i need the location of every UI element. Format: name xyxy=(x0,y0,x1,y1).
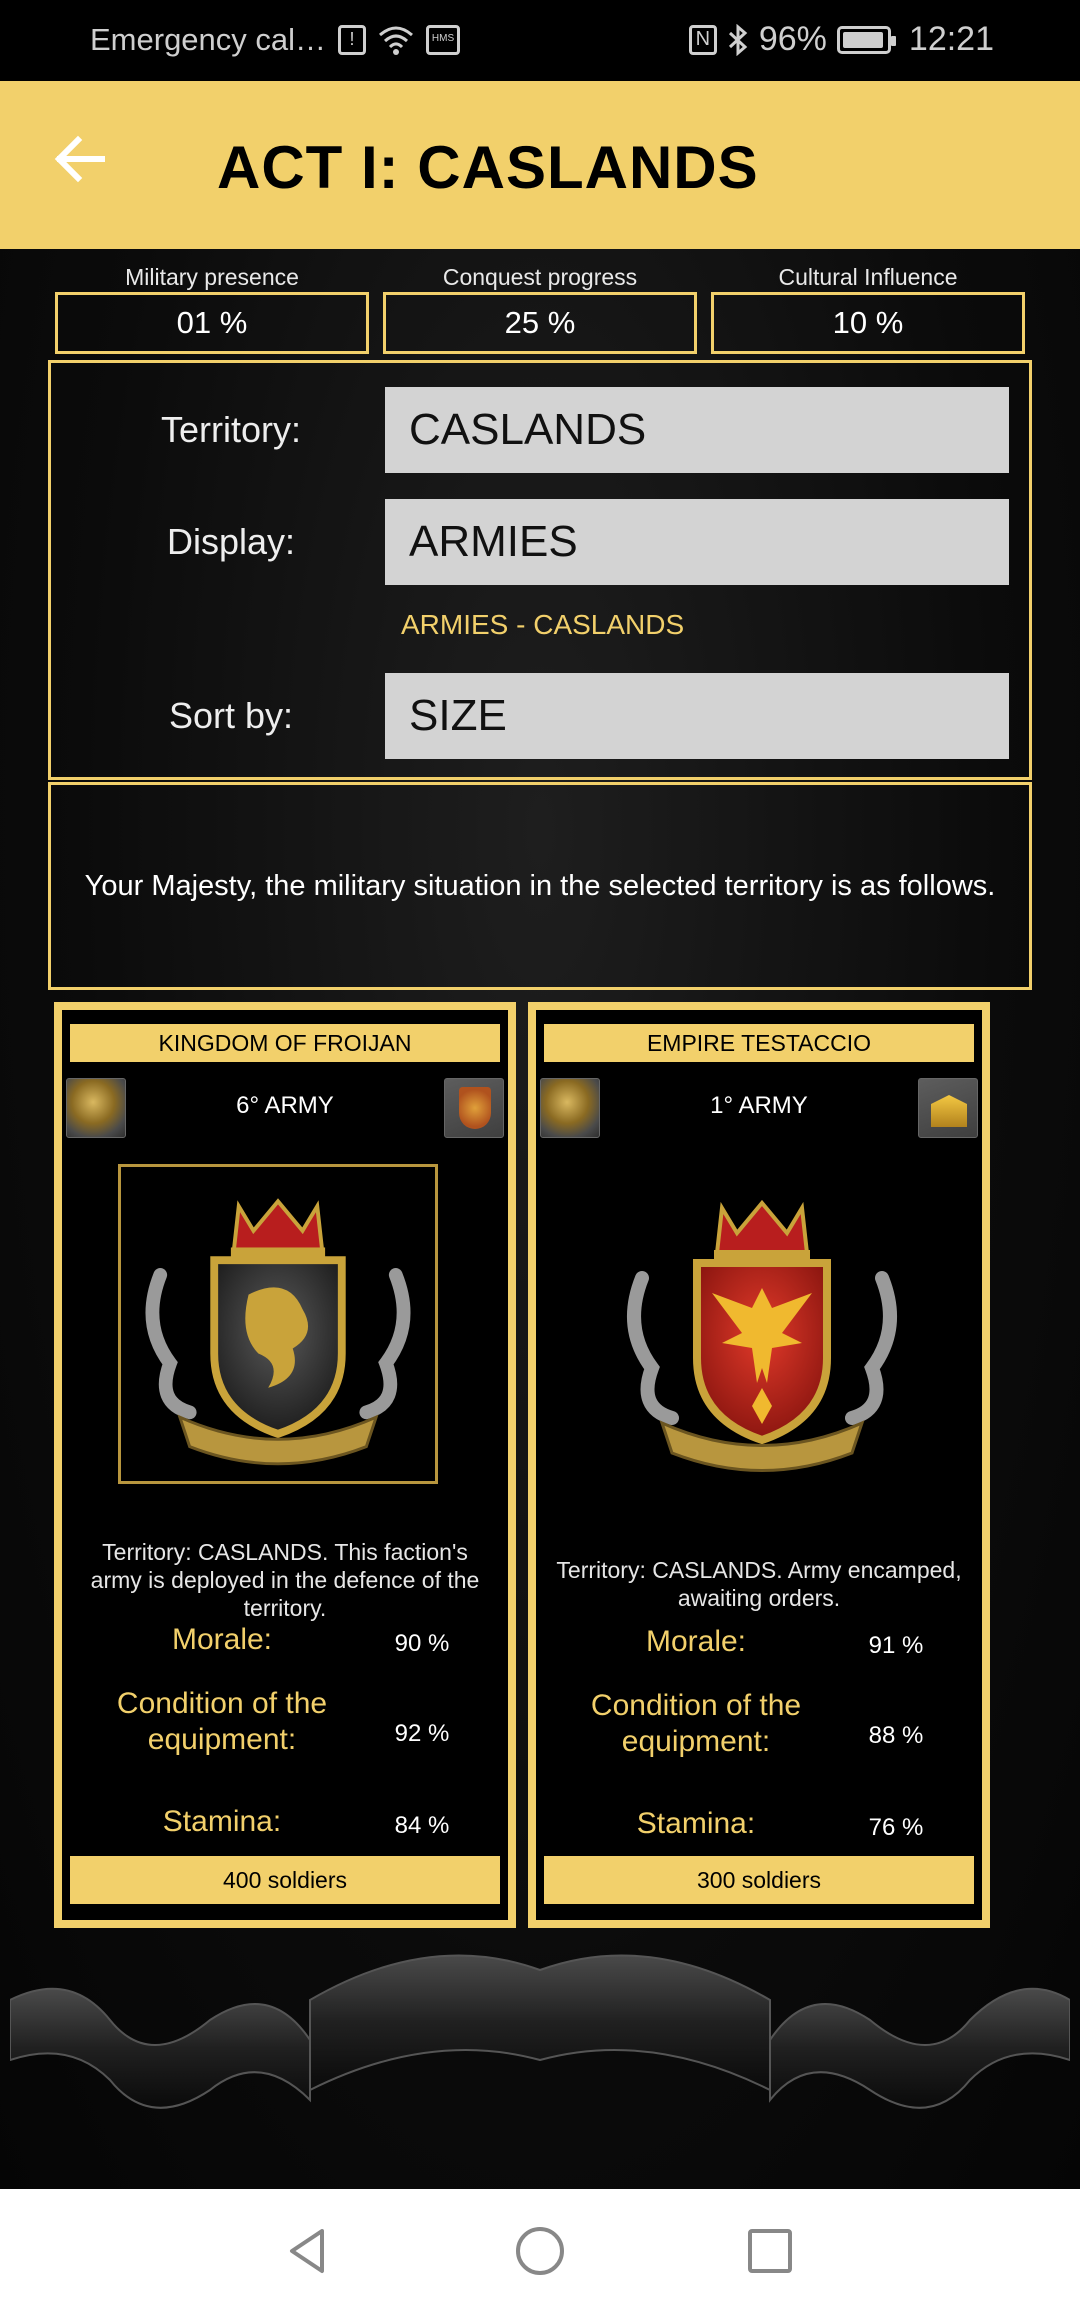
sort-select[interactable]: SIZE xyxy=(385,673,1009,759)
faction-name: KINGDOM OF FROIJAN xyxy=(70,1024,500,1062)
territory-label: Territory: xyxy=(160,409,301,450)
faction-crest-icon xyxy=(602,1160,922,1516)
army-description: Territory: CASLANDS. Army encamped, awai… xyxy=(556,1557,962,1611)
faction-shield-icon xyxy=(444,1078,504,1138)
stat-conquest-label: Conquest progress xyxy=(442,264,638,290)
equipment-value: 88 % xyxy=(868,1722,924,1749)
morale-label: Morale: xyxy=(645,1625,747,1658)
army-card-body: EMPIRE TESTACCIO 1° ARMY Territory: CASL… xyxy=(536,1010,982,1920)
ribbon-decoration xyxy=(10,1954,1070,2109)
system-nav-bar xyxy=(0,2189,1080,2312)
stamina-label: Stamina: xyxy=(162,1805,282,1838)
arrow-left-icon xyxy=(54,135,105,183)
stamina-value: 84 % xyxy=(394,1812,450,1839)
stat-culture-value: 10 % xyxy=(711,292,1025,354)
faction-name: EMPIRE TESTACCIO xyxy=(544,1024,974,1062)
equipment-label: Condition of the equipment: xyxy=(590,1689,802,1758)
page-title: ACT I: CASLANDS xyxy=(217,134,759,201)
morale-value: 91 % xyxy=(868,1632,924,1659)
equipment-label: Condition of the equipment: xyxy=(116,1687,328,1756)
sort-label: Sort by: xyxy=(168,695,294,736)
nav-recents-button[interactable] xyxy=(744,2225,796,2277)
app-bar: ACT I: CASLANDS xyxy=(0,81,1080,249)
stat-conquest-value: 25 % xyxy=(383,292,697,354)
army-name: 6° ARMY xyxy=(236,1092,334,1119)
stat-military-value: 01 % xyxy=(55,292,369,354)
army-name: 1° ARMY xyxy=(710,1092,808,1119)
hms-icon: HMS xyxy=(426,25,461,55)
morale-value: 90 % xyxy=(394,1630,450,1657)
morale-label: Morale: xyxy=(171,1623,273,1656)
nfc-icon: N xyxy=(688,24,717,55)
display-label: Display: xyxy=(166,521,296,562)
display-select[interactable]: ARMIES xyxy=(385,499,1009,585)
army-card[interactable]: KINGDOM OF FROIJAN 6° ARMY Territory: CA… xyxy=(54,1002,516,1928)
stat-military-label: Military presence xyxy=(125,264,299,290)
bluetooth-icon xyxy=(728,23,748,56)
equipment-value: 92 % xyxy=(394,1720,450,1747)
stat-culture-label: Cultural Influence xyxy=(778,264,958,290)
stamina-value: 76 % xyxy=(868,1814,924,1841)
wifi-icon xyxy=(379,26,414,55)
battery-percent: 96% xyxy=(758,20,827,58)
army-card[interactable]: EMPIRE TESTACCIO 1° ARMY Territory: CASL… xyxy=(528,1002,990,1928)
nav-back-button[interactable] xyxy=(282,2225,334,2277)
nav-home-button[interactable] xyxy=(514,2225,566,2277)
crest-frame xyxy=(118,1164,438,1484)
territory-select[interactable]: CASLANDS xyxy=(385,387,1009,473)
back-button[interactable] xyxy=(52,131,118,197)
gold-icon xyxy=(918,1078,978,1138)
stamina-label: Stamina: xyxy=(636,1807,756,1840)
soldier-count: 300 soldiers xyxy=(544,1856,974,1904)
status-bar: Emergency cal… ! HMS N 96% 12:21 xyxy=(0,0,1080,81)
clock: 12:21 xyxy=(908,20,994,58)
faction-crest-icon xyxy=(121,1167,435,1481)
soldier-count: 400 soldiers xyxy=(70,1856,500,1904)
carrier-text: Emergency cal… xyxy=(90,22,327,57)
advisor-message: Your Majesty, the military situation in … xyxy=(48,782,1032,990)
army-description: Territory: CASLANDS. This faction's army… xyxy=(90,1539,480,1621)
filter-panel: Territory: CASLANDS Display: ARMIES ARMI… xyxy=(48,360,1032,780)
display-subtitle: ARMIES - CASLANDS xyxy=(401,609,685,640)
battery-icon xyxy=(836,25,896,54)
army-card-body: KINGDOM OF FROIJAN 6° ARMY Territory: CA… xyxy=(62,1010,508,1920)
sim-alert-icon: ! xyxy=(338,25,367,55)
